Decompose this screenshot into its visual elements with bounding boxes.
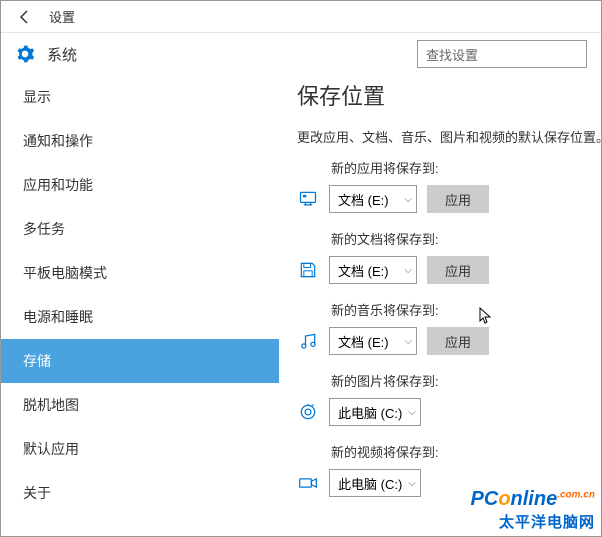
dropdown-value: 文档 (E:) [338, 190, 389, 209]
setting-label: 新的文档将保存到: [331, 229, 583, 248]
search-placeholder: 查找设置 [426, 45, 478, 64]
sidebar-item[interactable]: 平板电脑模式 [1, 251, 279, 295]
location-dropdown[interactable]: 文档 (E:) ⌵ [329, 185, 417, 213]
chevron-down-icon: ⌵ [404, 194, 412, 205]
setting-label: 新的图片将保存到: [331, 371, 583, 390]
sidebar: 显示通知和操作应用和功能多任务平板电脑模式电源和睡眠存储脱机地图默认应用关于 [1, 75, 279, 536]
apply-button[interactable]: 应用 [427, 256, 489, 284]
search-input[interactable]: 查找设置 [417, 40, 587, 68]
chevron-down-icon: ⌵ [404, 336, 412, 347]
page-heading: 保存位置 [297, 79, 583, 111]
music-icon [297, 330, 319, 352]
header: 系统 查找设置 [1, 33, 601, 75]
sidebar-item[interactable]: 存储 [1, 339, 279, 383]
window-title: 设置 [49, 7, 75, 26]
back-button[interactable] [11, 3, 39, 31]
monitor-icon [297, 188, 319, 210]
setting-row: 文档 (E:) ⌵ 应用 [297, 256, 583, 284]
dropdown-value: 此电脑 (C:) [338, 403, 402, 422]
page-description: 更改应用、文档、音乐、图片和视频的默认保存位置。 [297, 127, 583, 146]
sidebar-item[interactable]: 关于 [1, 471, 279, 515]
setting-block: 新的应用将保存到: 文档 (E:) ⌵ 应用 [297, 158, 583, 213]
watermark-line1: PConline.com.cn [471, 488, 595, 511]
titlebar: 设置 [1, 1, 601, 33]
setting-row: 文档 (E:) ⌵ 应用 [297, 185, 583, 213]
sidebar-item[interactable]: 电源和睡眠 [1, 295, 279, 339]
setting-block: 新的文档将保存到: 文档 (E:) ⌵ 应用 [297, 229, 583, 284]
gear-icon [15, 44, 35, 64]
setting-block: 新的音乐将保存到: 文档 (E:) ⌵ 应用 [297, 300, 583, 355]
sidebar-item[interactable]: 通知和操作 [1, 119, 279, 163]
setting-label: 新的应用将保存到: [331, 158, 583, 177]
apply-button[interactable]: 应用 [427, 185, 489, 213]
sidebar-item[interactable]: 默认应用 [1, 427, 279, 471]
setting-row: 此电脑 (C:) ⌵ [297, 398, 583, 426]
chevron-down-icon: ⌵ [408, 478, 416, 489]
apply-button[interactable]: 应用 [427, 327, 489, 355]
header-title: 系统 [47, 44, 77, 65]
dropdown-value: 文档 (E:) [338, 261, 389, 280]
save-icon [297, 259, 319, 281]
sidebar-item[interactable]: 脱机地图 [1, 383, 279, 427]
sidebar-item[interactable]: 多任务 [1, 207, 279, 251]
setting-label: 新的音乐将保存到: [331, 300, 583, 319]
location-dropdown[interactable]: 此电脑 (C:) ⌵ [329, 469, 421, 497]
chevron-down-icon: ⌵ [408, 407, 416, 418]
setting-row: 文档 (E:) ⌵ 应用 [297, 327, 583, 355]
camera-icon [297, 401, 319, 423]
location-dropdown[interactable]: 此电脑 (C:) ⌵ [329, 398, 421, 426]
setting-label: 新的视频将保存到: [331, 442, 583, 461]
dropdown-value: 此电脑 (C:) [338, 474, 402, 493]
main-panel: 保存位置 更改应用、文档、音乐、图片和视频的默认保存位置。 新的应用将保存到: 文… [279, 75, 601, 536]
watermark: PConline.com.cn 太平洋电脑网 [471, 488, 595, 532]
location-dropdown[interactable]: 文档 (E:) ⌵ [329, 327, 417, 355]
arrow-left-icon [17, 9, 33, 25]
video-icon [297, 472, 319, 494]
chevron-down-icon: ⌵ [404, 265, 412, 276]
sidebar-item[interactable]: 显示 [1, 75, 279, 119]
watermark-line2: 太平洋电脑网 [471, 511, 595, 532]
setting-block: 新的图片将保存到: 此电脑 (C:) ⌵ [297, 371, 583, 426]
dropdown-value: 文档 (E:) [338, 332, 389, 351]
sidebar-item[interactable]: 应用和功能 [1, 163, 279, 207]
location-dropdown[interactable]: 文档 (E:) ⌵ [329, 256, 417, 284]
